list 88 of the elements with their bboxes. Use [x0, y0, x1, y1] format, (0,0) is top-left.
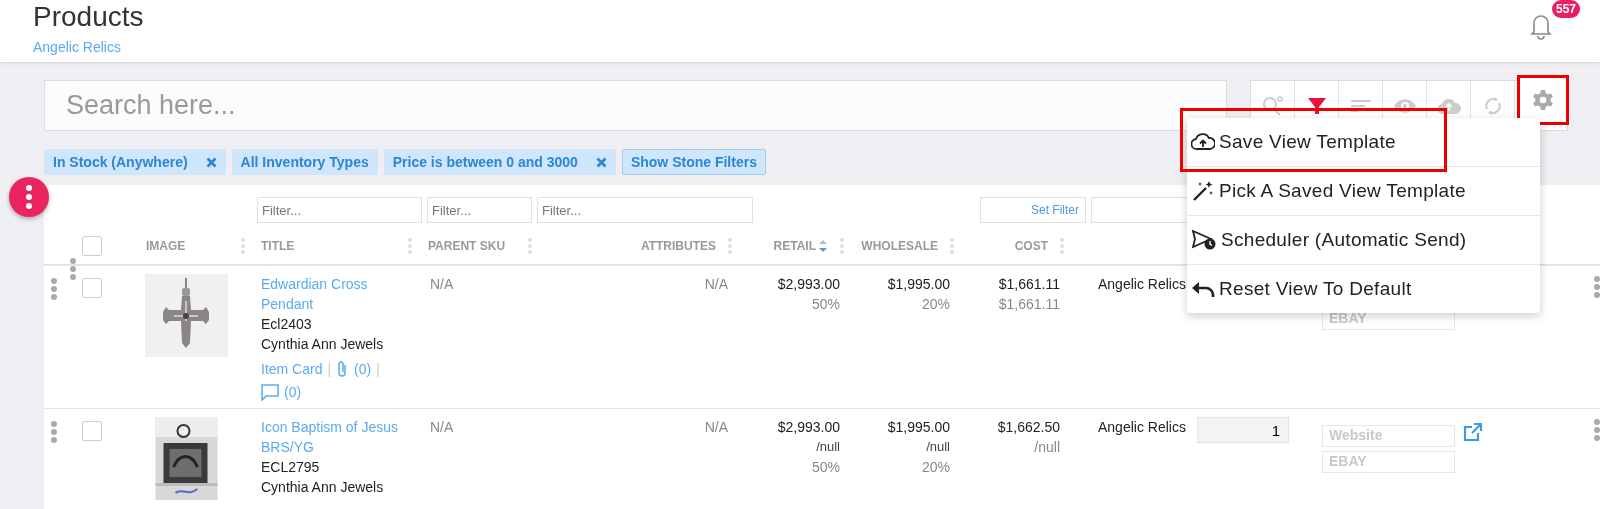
column-filter-field[interactable]: Filter...: [537, 197, 753, 223]
retail-price: $2,993.00: [777, 418, 840, 437]
row-menu-icon[interactable]: [1594, 276, 1600, 298]
column-filter-field[interactable]: Filter...: [257, 197, 422, 223]
settings-icon: [1531, 89, 1554, 111]
attachments-link[interactable]: (0): [336, 359, 372, 379]
column-header[interactable]: RETAIL: [773, 239, 828, 253]
menu-item[interactable]: Pick A Saved View Template: [1187, 167, 1540, 216]
cost-price-detail: $1,661.11: [998, 295, 1060, 314]
retail-price-detail: 50%: [811, 295, 840, 314]
column-header[interactable]: ATTRIBUTES: [640, 239, 716, 253]
chip-label: Price is between 0 and 3000: [392, 154, 578, 170]
item-card-link[interactable]: Item Card: [261, 359, 323, 379]
comment-icon: [261, 383, 279, 401]
cost-price-detail: /null: [1034, 438, 1060, 457]
filter-chip[interactable]: Price is between 0 and 3000: [383, 149, 616, 175]
chip-label: In Stock (Anywhere): [53, 154, 188, 170]
eye-icon: [1392, 96, 1417, 115]
notification-badge: 557: [1552, 0, 1581, 18]
row-checkbox[interactable]: [82, 278, 102, 298]
retail-price-detail: /null: [816, 438, 840, 456]
store-link[interactable]: Angelic Relics: [33, 39, 144, 55]
paperclip-icon: [336, 360, 349, 378]
undo-icon: [1191, 280, 1215, 298]
filter-chip[interactable]: In Stock (Anywhere): [44, 149, 226, 175]
column-resize-icon[interactable]: [1060, 238, 1064, 254]
wholesale-price-detail: 20%: [921, 295, 950, 314]
cloud-upload-icon: [1436, 96, 1461, 115]
wholesale-price: $1,995.00: [887, 418, 950, 437]
retail-price: $2,993.00: [777, 275, 840, 294]
set-filter-button[interactable]: Set Filter: [980, 197, 1086, 223]
link-separator: |: [327, 360, 332, 379]
cost-price: $1,662.50: [997, 418, 1060, 437]
column-filter-field[interactable]: Filter...: [427, 197, 532, 223]
magic-wand-icon: [1191, 179, 1215, 203]
wholesale-price: $1,995.00: [887, 275, 950, 294]
column-header[interactable]: TITLE: [261, 239, 295, 253]
remove-icon[interactable]: [205, 156, 217, 168]
product-title-link[interactable]: Edwardian Cross Pendant: [261, 274, 420, 314]
column-resize-icon[interactable]: [528, 238, 532, 254]
location-text: Angelic Relics: [1098, 276, 1186, 292]
cost-price: $1,661.11: [998, 275, 1060, 294]
column-header[interactable]: COST: [1014, 239, 1048, 253]
cloud-upload-icon: [1191, 132, 1215, 152]
column-resize-icon[interactable]: [408, 238, 412, 254]
remove-icon[interactable]: [595, 156, 607, 168]
send-clock-icon: [1191, 229, 1217, 251]
refresh-icon: [1482, 94, 1503, 117]
column-header[interactable]: PARENT SKU: [428, 239, 506, 253]
select-all-checkbox[interactable]: [82, 236, 102, 256]
column-resize-icon[interactable]: [840, 238, 844, 254]
chip-label: Show Stone Filters: [630, 154, 757, 170]
attributes-text: N/A: [704, 418, 728, 437]
comments-link[interactable]: (0): [261, 382, 420, 402]
filter-chip[interactable]: Show Stone Filters: [621, 149, 766, 175]
vendor-text: Cynthia Ann Jewels: [261, 478, 385, 497]
retail-price-detail: 50%: [811, 458, 840, 477]
page-title: Products: [33, 0, 144, 34]
quantity-field[interactable]: 1: [1197, 417, 1289, 443]
sku-text: Ecl2403: [261, 315, 313, 334]
search-field[interactable]: Search here...: [44, 80, 1227, 131]
row-menu-icon[interactable]: [1594, 419, 1600, 441]
search-icon: [1260, 93, 1285, 118]
column-header[interactable]: WHOLESALE: [861, 239, 938, 253]
column-header[interactable]: IMAGE: [146, 239, 186, 253]
filter-icon: [1306, 95, 1327, 116]
menu-item[interactable]: Save View Template: [1187, 118, 1540, 167]
filter-chip[interactable]: All Inventory Types: [231, 149, 378, 175]
chip-label: All Inventory Types: [240, 154, 369, 170]
link-separator: |: [376, 360, 380, 379]
location-text: Angelic Relics: [1098, 419, 1186, 435]
wholesale-price-detail: /null: [926, 438, 950, 456]
column-resize-icon[interactable]: [728, 238, 732, 254]
sku-text: ECL2795: [261, 458, 321, 477]
external-link-icon[interactable]: [1462, 421, 1484, 443]
wholesale-price-detail: 20%: [921, 458, 950, 477]
more-button[interactable]: [9, 177, 49, 217]
parent-sku-text: N/A: [430, 419, 454, 435]
settings-icon-button[interactable]: [1519, 77, 1567, 123]
parent-sku-text: N/A: [430, 276, 454, 292]
product-title-link[interactable]: Icon Baptism of Jesus BRS/YG: [261, 417, 420, 457]
column-resize-icon[interactable]: [241, 238, 245, 254]
attributes-text: N/A: [704, 275, 728, 294]
row-checkbox[interactable]: [82, 421, 102, 441]
menu-item[interactable]: Scheduler (Automatic Send): [1187, 216, 1540, 265]
row-menu-icon[interactable]: [70, 258, 76, 280]
column-resize-icon[interactable]: [950, 238, 954, 254]
vendor-text: Cynthia Ann Jewels: [261, 335, 385, 354]
